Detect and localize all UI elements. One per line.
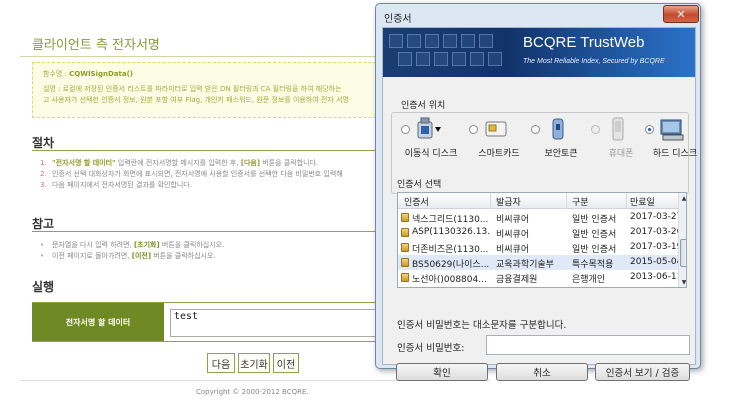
location-label: 하드 디스크	[652, 149, 698, 159]
list-header: 인증서 발급자 구분 만료일	[398, 193, 678, 209]
dialog-title: 인증서	[384, 14, 412, 25]
function-name: CQWISignData()	[69, 70, 133, 78]
list-scrollbar[interactable]: ▲ ▼	[678, 193, 686, 287]
password-label: 인증서 비밀번호:	[397, 343, 465, 354]
sign-data-input[interactable]: test	[170, 309, 380, 337]
certificate-icon	[401, 213, 409, 222]
next-button[interactable]: 다음	[207, 353, 235, 373]
cert-type: 일반 인증서	[572, 245, 617, 255]
cert-name: 넥스그리드(1130...	[412, 215, 489, 225]
radio-hard-disk[interactable]	[645, 125, 654, 134]
function-label: 함수명 :	[43, 70, 67, 78]
password-input[interactable]	[486, 335, 690, 355]
cert-name: ASP(1130326.13...	[412, 227, 490, 237]
cert-type: 특수목적용	[572, 260, 614, 270]
column-cert[interactable]: 인증서	[404, 195, 429, 208]
cert-expiry: 2013-06-11	[630, 272, 683, 282]
cert-group-label: 인증서 선택	[395, 177, 444, 190]
certificate-icon	[401, 258, 409, 267]
hard-disk-icon	[660, 119, 684, 141]
cert-expiry: 2015-05-04	[630, 257, 683, 267]
certificate-icon	[401, 273, 409, 282]
certificate-icon	[401, 243, 409, 252]
cert-issuer: 교육과학기술부	[496, 260, 554, 270]
banner-title: BCQRE TrustWeb	[523, 34, 645, 51]
scroll-down-icon[interactable]: ▼	[680, 278, 686, 287]
location-smartcard[interactable]: 스마트카드	[469, 116, 529, 160]
banner-subtitle: The Most Reliable Index, Secured by BCQR…	[523, 58, 665, 65]
table-row[interactable]: ASP(1130326.13... 비씨큐어 일반 인증서 2017-03-26	[398, 225, 682, 240]
location-group-label: 인증서 위치	[399, 98, 448, 111]
password-note: 인증서 비밀번호는 대소문자를 구분합니다.	[397, 320, 567, 331]
scroll-thumb[interactable]	[680, 239, 686, 267]
column-type[interactable]: 구분	[572, 195, 589, 208]
prev-button[interactable]: 이전	[273, 353, 299, 373]
table-row[interactable]: 넥스그리드(1130... 비씨큐어 일반 인증서 2017-03-27	[398, 210, 682, 225]
procedure-heading: 절차	[32, 136, 55, 150]
location-label: 이동식 디스크	[404, 149, 458, 159]
execute-heading: 실행	[32, 280, 55, 294]
table-row[interactable]: 노선아()008804... 금융결제원 은행개인 2013-06-11	[398, 270, 682, 285]
cert-expiry: 2017-03-26	[630, 227, 683, 237]
radio-security-token[interactable]	[531, 125, 540, 134]
cert-issuer: 금융결제원	[496, 275, 538, 285]
reference-heading: 참고	[32, 217, 55, 231]
footer-copyright: Copyright © 2000-2012 BCQRE.	[196, 388, 309, 396]
cert-issuer: 비씨큐어	[496, 230, 530, 240]
cert-name: BS50629(나이스...	[412, 260, 490, 270]
sign-data-label: 전자서명 할 데이터	[32, 303, 164, 341]
close-button[interactable]: ✕	[663, 5, 699, 23]
cert-name: 노선아()008804...	[412, 275, 487, 285]
cert-type: 은행개인	[572, 275, 606, 285]
security-token-icon	[552, 118, 564, 140]
radio-removable-disk[interactable]	[401, 125, 410, 134]
cert-name: 더존비즈온(1130...	[412, 245, 489, 255]
cert-issuer: 비씨큐어	[496, 215, 530, 225]
cert-expiry: 2017-03-27	[630, 212, 683, 222]
view-certificate-button[interactable]: 인증서 보기 / 검증	[595, 363, 690, 381]
smartcard-icon	[485, 121, 507, 137]
column-issuer[interactable]: 발급자	[496, 195, 521, 208]
brand-banner: BCQRE TrustWeb The Most Reliable Index, …	[383, 28, 695, 77]
certificate-dialog: 인증서 ✕ BCQRE TrustWeb The Most Reliable I…	[375, 3, 701, 381]
banner-pattern	[389, 32, 519, 74]
certificate-list[interactable]: 인증서 발급자 구분 만료일 넥스그리드(1130... 비씨큐어 일반 인증서…	[397, 192, 687, 288]
radio-mobile-phone	[591, 125, 600, 134]
cert-expiry: 2017-03-19	[630, 242, 683, 252]
table-row[interactable]: BS50629(나이스... 교육과학기술부 특수목적용 2015-05-04	[398, 255, 682, 270]
dialog-body: BCQRE TrustWeb The Most Reliable Index, …	[382, 27, 697, 381]
cert-issuer: 비씨큐어	[496, 245, 530, 255]
usb-drive-icon	[417, 117, 441, 139]
certificate-icon	[401, 228, 409, 237]
cancel-button[interactable]: 취소	[496, 363, 588, 381]
cert-type: 일반 인증서	[572, 215, 617, 225]
page-title: 클라이언트 측 전자서명	[32, 38, 160, 53]
cert-type: 일반 인증서	[572, 230, 617, 240]
scroll-up-icon[interactable]: ▲	[680, 194, 686, 203]
sign-data-row: 전자서명 할 데이터 test	[32, 302, 380, 342]
ok-button[interactable]: 확인	[396, 363, 488, 381]
location-security-token[interactable]: 보안토큰	[531, 116, 591, 160]
reset-button[interactable]: 초기화	[238, 353, 270, 373]
column-expiry[interactable]: 만료일	[630, 195, 655, 208]
table-row[interactable]: 더존비즈온(1130... 비씨큐어 일반 인증서 2017-03-19	[398, 240, 682, 255]
mobile-phone-icon	[612, 117, 624, 141]
location-removable-disk[interactable]: 이동식 디스크	[401, 116, 461, 160]
location-hard-disk[interactable]: 하드 디스크	[645, 116, 705, 160]
radio-smartcard[interactable]	[469, 125, 478, 134]
